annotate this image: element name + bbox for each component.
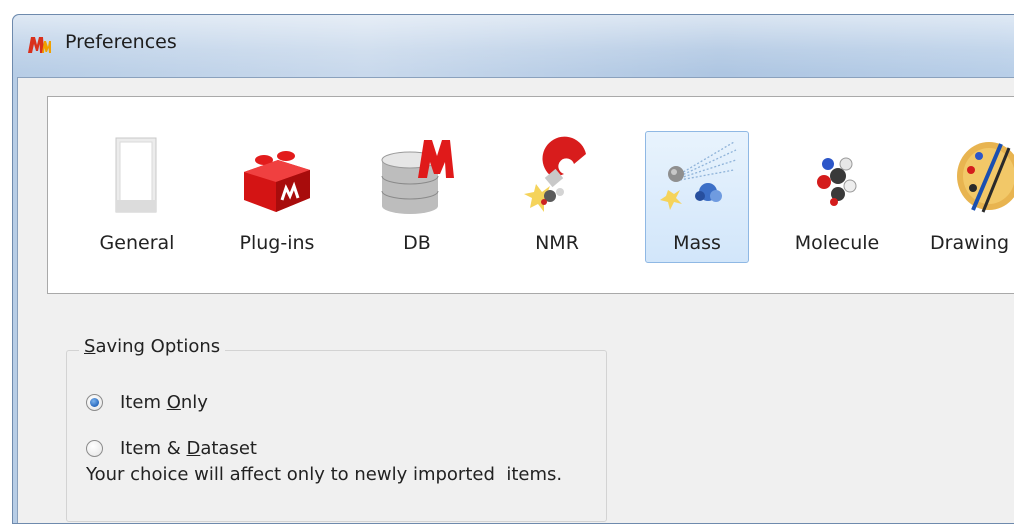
mnova-logo-icon	[28, 37, 51, 53]
plugin-brick-icon	[244, 151, 310, 212]
toolbar-item-nmr[interactable]: NMR	[505, 131, 609, 263]
saving-options-group	[66, 350, 607, 522]
radio-button-unchecked[interactable]	[86, 440, 103, 457]
toolbar-item-molecule[interactable]: Molecule	[785, 131, 889, 263]
database-icon	[381, 140, 454, 214]
saving-options-hint: Your choice will affect only to newly im…	[86, 464, 563, 485]
toolbar-item-label: DB	[403, 232, 431, 254]
radio-label-accel: D	[186, 438, 201, 459]
dialog-client-area: General Plug-ins DB NMR Mass Molecule Dr…	[17, 77, 1014, 523]
toolbar-item-label: Mass	[673, 232, 721, 254]
toolbar-item-label: General	[99, 232, 175, 254]
radio-label: Item Only	[120, 392, 208, 413]
radio-label-pre: Item &	[120, 438, 187, 459]
toolbar-item-label: Molecule	[794, 232, 880, 254]
general-blank-page-icon	[115, 137, 157, 213]
toolbar-item-mass[interactable]: Mass	[645, 131, 749, 263]
radio-label-pre: Item	[120, 392, 167, 413]
saving-options-title: Saving Options	[79, 336, 226, 357]
mass-spectrum-icon	[660, 141, 737, 210]
toolbar-item-label: Drawing	[930, 232, 1010, 254]
radio-label: Item & Dataset	[120, 438, 257, 459]
toolbar-item-drawing[interactable]: Drawing	[925, 131, 1014, 263]
radio-label-accel: O	[166, 392, 181, 413]
toolbar-item-general[interactable]: General	[85, 131, 189, 263]
radio-label-post: ataset	[200, 438, 257, 459]
group-title-accel: S	[84, 336, 96, 357]
group-title-rest: aving Options	[95, 336, 221, 357]
toolbar-item-label: NMR	[535, 232, 579, 254]
radio-label-post: nly	[180, 392, 208, 413]
title-bar[interactable]: Preferences	[13, 15, 1014, 73]
toolbar-item-plug-ins[interactable]: Plug-ins	[225, 131, 329, 263]
molecule-icon	[817, 157, 857, 206]
toolbar-item-label: Plug-ins	[239, 232, 315, 254]
toolbar-item-db[interactable]: DB	[365, 131, 469, 263]
radio-button-checked[interactable]	[86, 394, 103, 411]
nmr-magnet-icon	[524, 136, 586, 212]
category-toolbar: General Plug-ins DB NMR Mass Molecule Dr…	[47, 96, 1014, 294]
window-title: Preferences	[65, 31, 177, 53]
drawing-palette-icon	[957, 142, 1014, 213]
preferences-window: Preferences General Plug-ins DB NMR Mass…	[12, 14, 1014, 524]
